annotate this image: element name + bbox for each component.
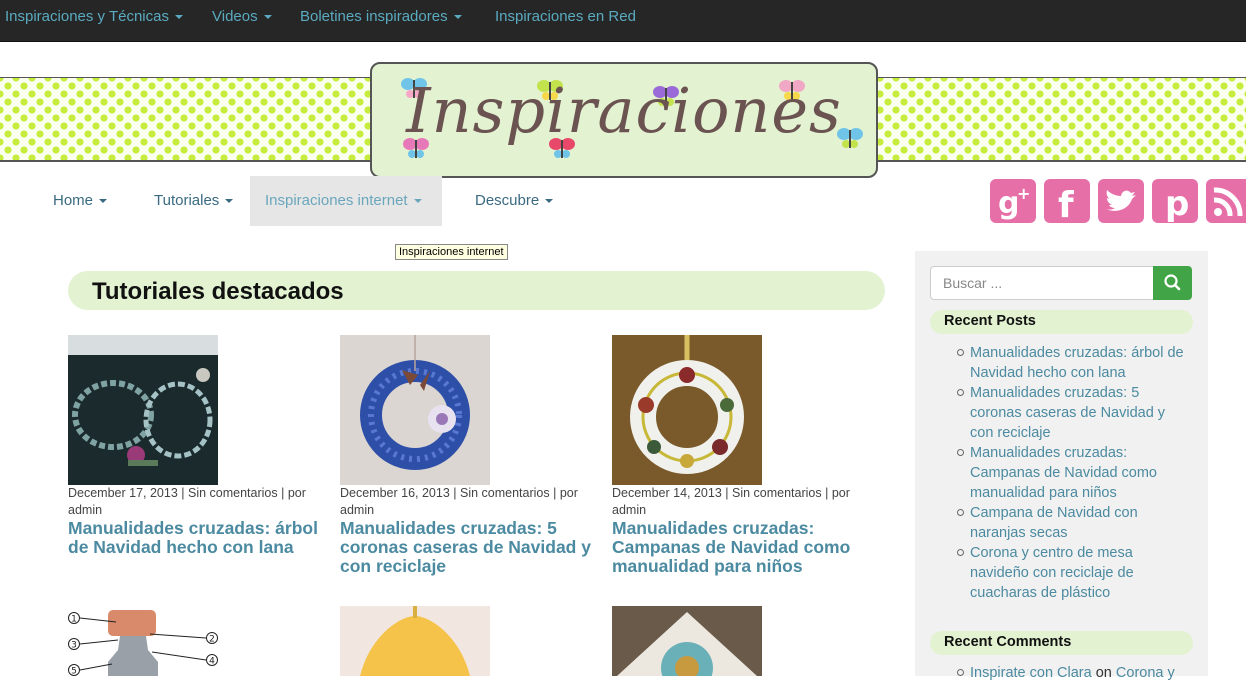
- top-nav-label: Boletines inspiradores: [300, 8, 448, 25]
- site-logo[interactable]: Inspiraciones: [370, 62, 878, 178]
- comment-on-text: on: [1095, 665, 1112, 681]
- post-by: por: [559, 486, 578, 500]
- google-plus-icon[interactable]: g +: [990, 179, 1036, 223]
- nav-label: Tutoriales: [154, 192, 220, 209]
- post-meta: December 16, 2013 | Sin comentarios | po…: [340, 486, 578, 517]
- svg-text:f: f: [1058, 185, 1074, 223]
- top-nav-boletines[interactable]: Boletines inspiradores: [300, 8, 462, 25]
- top-nav-label: Inspiraciones y Técnicas: [5, 8, 169, 25]
- diagram-number: 2: [209, 635, 215, 645]
- section-title: Tutoriales destacados: [68, 271, 885, 310]
- top-navbar: Inspiraciones y Técnicas Videos Boletine…: [0, 0, 1246, 42]
- post-comments-link[interactable]: Sin comentarios: [188, 486, 278, 500]
- post-author[interactable]: admin: [612, 503, 646, 517]
- caret-down-icon: [413, 199, 422, 204]
- recent-post-link[interactable]: Manualidades cruzadas: 5 coronas caseras…: [957, 383, 1185, 443]
- nav-home[interactable]: Home: [38, 176, 122, 226]
- facebook-icon[interactable]: f: [1044, 179, 1090, 223]
- post-thumbnail[interactable]: [612, 335, 762, 485]
- twitter-icon[interactable]: [1098, 179, 1144, 223]
- caret-down-icon: [263, 15, 272, 20]
- post-title[interactable]: Manualidades cruzadas: Campanas de Navid…: [612, 519, 864, 576]
- caret-down-icon: [225, 199, 234, 204]
- recent-posts-list: Manualidades cruzadas: árbol de Navidad …: [957, 343, 1185, 603]
- recent-post-link[interactable]: Manualidades cruzadas: árbol de Navidad …: [957, 343, 1185, 383]
- capsule-wreath-image: [340, 335, 490, 485]
- nav-label: Home: [53, 192, 94, 209]
- bell-wreath-image: [612, 335, 762, 485]
- widget-title-text: Recent Posts: [944, 313, 1036, 329]
- recent-post-link[interactable]: Corona y centro de mesa navideño con rec…: [957, 543, 1185, 603]
- post-thumbnail[interactable]: 1 2 3 4 5: [68, 606, 218, 676]
- svg-text:+: +: [1017, 184, 1030, 203]
- nav-label: Inspiraciones internet: [265, 192, 408, 209]
- diagram-number: 4: [209, 657, 215, 667]
- caret-down-icon: [174, 15, 183, 20]
- top-nav-label: Videos: [212, 8, 258, 25]
- table-centerpiece-image: [612, 606, 762, 676]
- comment-post-link[interactable]: Corona y: [1116, 665, 1175, 681]
- post-meta: December 14, 2013 | Sin comentarios | po…: [612, 486, 850, 517]
- yarn-wreath-image: [68, 335, 218, 485]
- post-meta: December 17, 2013 | Sin comentarios | po…: [68, 486, 306, 517]
- search-button[interactable]: [1153, 266, 1192, 300]
- post-date: December 14, 2013: [612, 486, 722, 500]
- nav-label: Descubre: [475, 192, 540, 209]
- search-icon: [1164, 274, 1181, 291]
- post-comments-link[interactable]: Sin comentarios: [732, 486, 822, 500]
- nav-inspiraciones-internet[interactable]: Inspiraciones internet: [250, 176, 442, 226]
- caret-down-icon: [453, 15, 462, 20]
- nav-tutoriales[interactable]: Tutoriales: [139, 176, 248, 226]
- post-title[interactable]: Manualidades cruzadas: 5 coronas caseras…: [340, 519, 592, 576]
- search-input[interactable]: Buscar ...: [930, 266, 1154, 300]
- bell-diagram-image: 1 2 3 4 5: [68, 606, 218, 676]
- top-nav-label: Inspiraciones en Red: [495, 8, 636, 25]
- recent-posts-title: Recent Posts: [930, 310, 1193, 334]
- post-author[interactable]: admin: [68, 503, 102, 517]
- rss-icon[interactable]: [1206, 179, 1246, 223]
- recent-post-link[interactable]: Manualidades cruzadas: Campanas de Navid…: [957, 443, 1185, 503]
- top-nav-inspiraciones-red[interactable]: Inspiraciones en Red: [495, 8, 636, 25]
- recent-comments-title: Recent Comments: [930, 631, 1193, 655]
- post-date: December 16, 2013: [340, 486, 450, 500]
- comment-author-link[interactable]: Inspirate con Clara: [970, 665, 1092, 681]
- post-thumbnail[interactable]: [340, 335, 490, 485]
- orange-bell-image: [340, 606, 490, 676]
- nav-tooltip: Inspiraciones internet: [395, 244, 508, 260]
- post-by: por: [287, 486, 306, 500]
- nav-descubre[interactable]: Descubre: [460, 176, 568, 226]
- post-by: por: [831, 486, 850, 500]
- diagram-number: 3: [71, 641, 77, 651]
- top-nav-inspiraciones-tecnicas[interactable]: Inspiraciones y Técnicas: [5, 8, 183, 25]
- section-title-text: Tutoriales destacados: [92, 278, 344, 305]
- post-comments-link[interactable]: Sin comentarios: [460, 486, 550, 500]
- recent-post-link[interactable]: Campana de Navidad con naranjas secas: [957, 503, 1185, 543]
- diagram-number: 1: [71, 615, 77, 625]
- post-thumbnail[interactable]: [612, 606, 762, 676]
- post-thumbnail[interactable]: [68, 335, 218, 485]
- post-thumbnail[interactable]: [340, 606, 490, 676]
- post-title[interactable]: Manualidades cruzadas: árbol de Navidad …: [68, 519, 320, 557]
- recent-comment-item: Inspirate con Clara on Corona y: [957, 663, 1185, 683]
- post-author[interactable]: admin: [340, 503, 374, 517]
- post-date: December 17, 2013: [68, 486, 178, 500]
- svg-text:p: p: [1165, 184, 1189, 223]
- diagram-number: 5: [71, 667, 77, 677]
- top-nav-videos[interactable]: Videos: [212, 8, 272, 25]
- caret-down-icon: [545, 199, 554, 204]
- pinterest-icon[interactable]: p: [1152, 179, 1198, 223]
- logo-text: Inspiraciones: [406, 74, 842, 147]
- widget-title-text: Recent Comments: [944, 634, 1072, 650]
- caret-down-icon: [99, 199, 108, 204]
